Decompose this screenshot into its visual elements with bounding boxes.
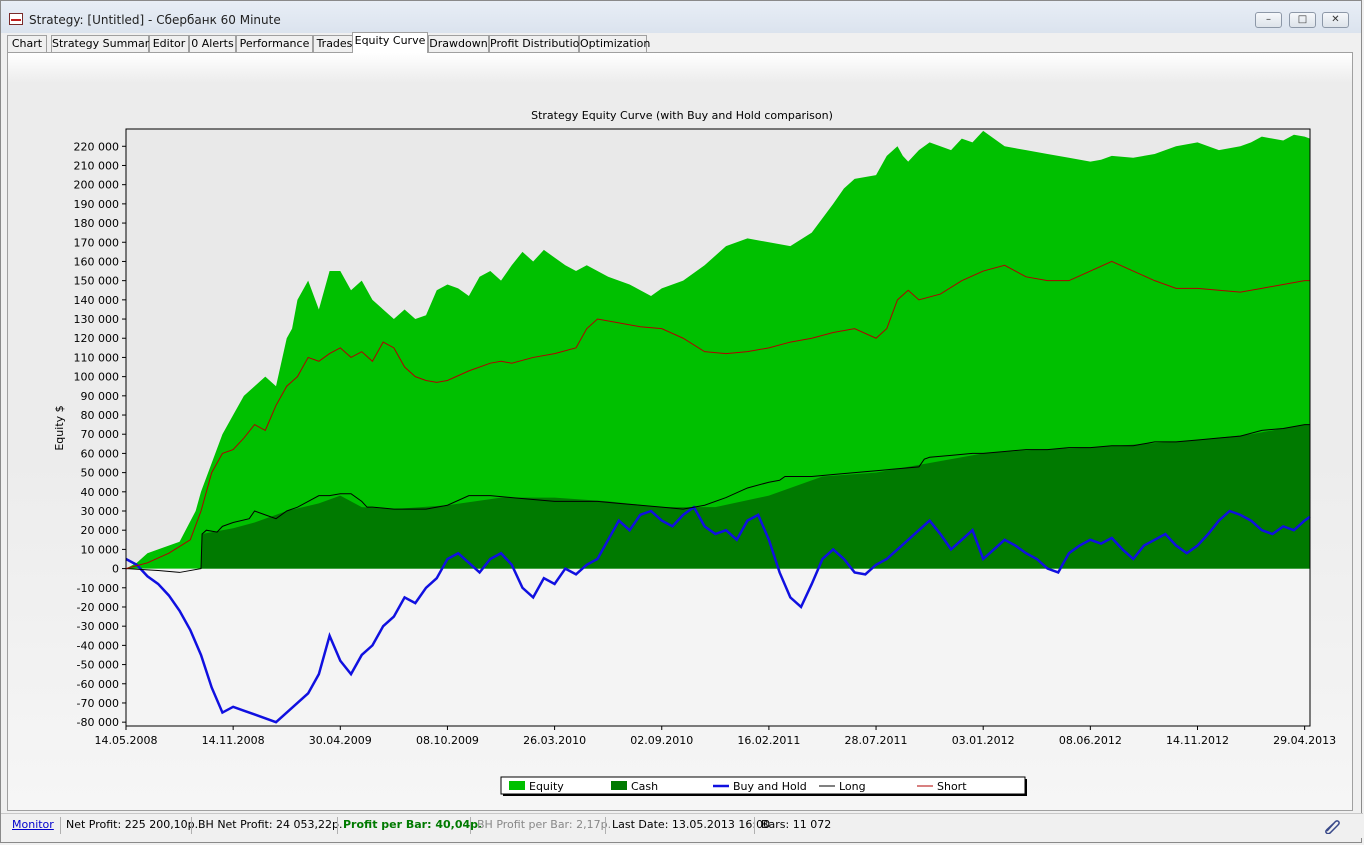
x-tick-label: 26.03.2010 (523, 734, 586, 747)
y-tick-label: 130 000 (74, 313, 120, 326)
y-tick-label: 90 000 (81, 390, 120, 403)
y-tick-label: 210 000 (74, 159, 120, 172)
bh-profit-per-bar: BH Profit per Bar: 2,17р. (477, 818, 612, 831)
y-tick-label: 40 000 (81, 486, 120, 499)
monitor-link[interactable]: Monitor (12, 818, 54, 831)
maximize-button[interactable]: □ (1289, 12, 1316, 28)
status-divider (191, 817, 192, 834)
chart-legend: Equity Cash Buy and Hold Long Short (500, 776, 1027, 796)
y-tick-label: 110 000 (74, 351, 120, 364)
x-tick-label: 08.06.2012 (1059, 734, 1122, 747)
y-tick-label: 190 000 (74, 198, 120, 211)
y-tick-label: -40 000 (77, 639, 119, 652)
y-tick-label: 170 000 (74, 236, 120, 249)
status-divider (605, 817, 606, 834)
y-tick-label: 80 000 (81, 409, 120, 422)
y-tick-label: -60 000 (77, 678, 119, 691)
y-tick-label: -10 000 (77, 582, 119, 595)
tab-alerts[interactable]: 0 Alerts (189, 35, 236, 52)
y-tick-label: 200 000 (74, 179, 120, 192)
x-tick-label: 28.07.2011 (845, 734, 908, 747)
profit-per-bar: Profit per Bar: 40,04р. (343, 818, 483, 831)
legend-label-cash: Cash (631, 780, 658, 793)
tab-performance[interactable]: Performance (236, 35, 313, 52)
status-divider (337, 817, 338, 834)
tab-profit-distribution[interactable]: Profit Distribution (489, 35, 586, 52)
close-button[interactable]: ✕ (1322, 12, 1349, 28)
y-tick-label: -80 000 (77, 716, 119, 729)
tab-chart[interactable]: Chart (7, 35, 47, 52)
y-axis-label: Equity $ (53, 405, 66, 450)
legend-label-buy-and-hold: Buy and Hold (733, 780, 807, 793)
y-tick-label: 220 000 (74, 140, 120, 153)
y-tick-label: 120 000 (74, 332, 120, 345)
legend-swatch-equity (509, 781, 525, 790)
paperclip-icon[interactable] (1323, 818, 1341, 834)
bars-count: Bars: 11 072 (761, 818, 832, 831)
status-divider (470, 817, 471, 834)
y-tick-label: 150 000 (74, 275, 120, 288)
y-tick-label: 20 000 (81, 524, 120, 537)
strategy-window: Strategy: [Untitled] - Сбербанк 60 Minut… (0, 0, 1363, 843)
status-divider (754, 817, 755, 834)
tab-equity-curve[interactable]: Equity Curve (352, 32, 428, 53)
x-tick-label: 14.11.2012 (1166, 734, 1229, 747)
y-tick-label: 70 000 (81, 428, 120, 441)
y-tick-label: -70 000 (77, 697, 119, 710)
equity-chart: Strategy Equity Curve (with Buy and Hold… (53, 109, 1336, 796)
status-bar: Monitor Net Profit: 225 200,10р. BH Net … (1, 813, 1363, 838)
last-date: Last Date: 13.05.2013 16:00 (612, 818, 771, 831)
y-tick-label: 60 000 (81, 447, 120, 460)
y-tick-label: 140 000 (74, 294, 120, 307)
y-tick-label: -50 000 (77, 659, 119, 672)
x-tick-label: 30.04.2009 (309, 734, 372, 747)
minimize-button[interactable]: – (1255, 12, 1282, 28)
app-chart-icon (9, 13, 23, 25)
y-tick-label: 30 000 (81, 505, 120, 518)
x-tick-label: 16.02.2011 (737, 734, 800, 747)
tab-drawdown[interactable]: Drawdown (428, 35, 489, 52)
y-tick-label: 10 000 (81, 543, 120, 556)
y-tick-label: -30 000 (77, 620, 119, 633)
legend-swatch-cash (611, 781, 627, 790)
legend-label-long: Long (839, 780, 866, 793)
chart-title: Strategy Equity Curve (with Buy and Hold… (531, 109, 833, 122)
x-tick-label: 08.10.2009 (416, 734, 479, 747)
y-tick-label: 180 000 (74, 217, 120, 230)
tab-editor[interactable]: Editor (149, 35, 189, 52)
tab-trades[interactable]: Trades (313, 35, 356, 52)
x-tick-label: 02.09.2010 (630, 734, 693, 747)
window-title: Strategy: [Untitled] - Сбербанк 60 Minut… (29, 13, 281, 27)
x-tick-label: 14.05.2008 (95, 734, 158, 747)
x-tick-label: 29.04.2013 (1273, 734, 1336, 747)
legend-label-short: Short (937, 780, 967, 793)
y-tick-label: 160 000 (74, 255, 120, 268)
legend-label-equity: Equity (529, 780, 564, 793)
bh-net-profit: BH Net Profit: 24 053,22р. (198, 818, 343, 831)
y-tick-label: 50 000 (81, 467, 120, 480)
y-tick-label: 0 (112, 563, 119, 576)
net-profit: Net Profit: 225 200,10р. (66, 818, 199, 831)
status-divider (60, 817, 61, 834)
x-tick-label: 03.01.2012 (952, 734, 1015, 747)
tab-strategy-summary[interactable]: Strategy Summary (51, 35, 156, 52)
title-bar[interactable]: Strategy: [Untitled] - Сбербанк 60 Minut… (1, 1, 1361, 33)
tab-optimization[interactable]: Optimization (579, 35, 650, 52)
equity-curve-panel: Strategy Equity Curve (with Buy and Hold… (7, 52, 1353, 811)
x-tick-label: 14.11.2008 (202, 734, 265, 747)
y-tick-label: -20 000 (77, 601, 119, 614)
y-tick-label: 100 000 (74, 371, 120, 384)
